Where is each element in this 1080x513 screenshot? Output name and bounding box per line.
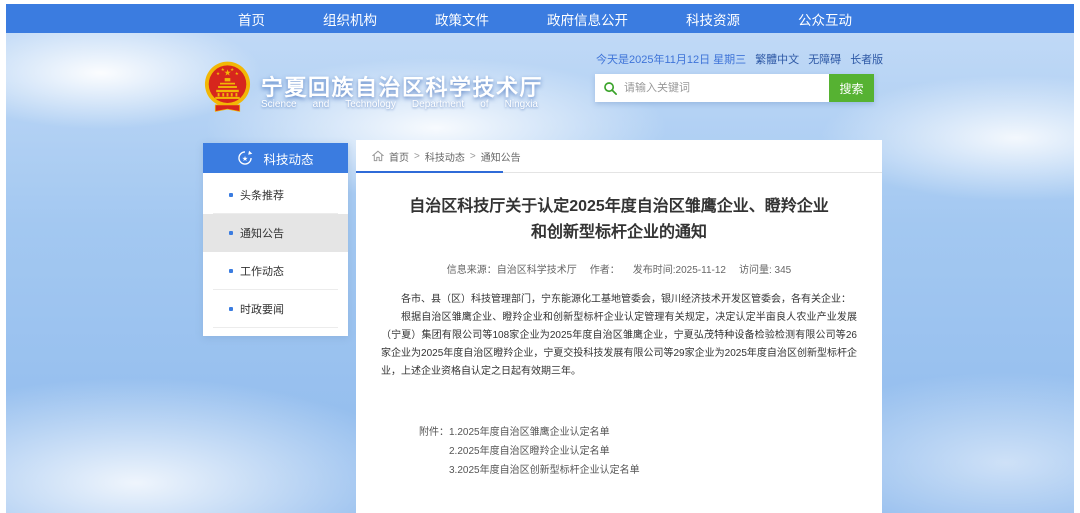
attachment-link-gazelle-list[interactable]: 2.2025年度自治区瞪羚企业认定名单 — [449, 442, 640, 461]
sidebar-list: 头条推荐 通知公告 工作动态 时政要闻 — [203, 173, 348, 328]
sidebar-item-political-news[interactable]: 时政要闻 — [203, 290, 348, 328]
search-bar: 搜索 — [595, 74, 874, 102]
search-input[interactable] — [624, 82, 821, 94]
breadcrumb: 首页 > 科技动态 > 通知公告 — [356, 140, 882, 173]
attachment-link-eagle-list[interactable]: 1.2025年度自治区雏鹰企业认定名单 — [449, 423, 640, 442]
sidebar-header-sci-tech-news[interactable]: ★ 科技动态 — [203, 143, 348, 173]
article: 自治区科技厅关于认定2025年度自治区雏鹰企业、瞪羚企业 和创新型标杆企业的通知… — [356, 194, 882, 480]
sidebar-item-notices[interactable]: 通知公告 — [203, 214, 348, 252]
search-icon — [603, 81, 618, 96]
top-navbar: 首页 组织机构 政策文件 政府信息公开 科技资源 公众互动 — [6, 4, 1074, 33]
home-icon — [372, 150, 384, 162]
emblem-icon: ★ ★ ★ ★ ★ — [204, 101, 251, 118]
breadcrumb-notices-current: 通知公告 — [481, 149, 521, 164]
svg-text:★: ★ — [242, 155, 248, 163]
breadcrumb-separator: > — [470, 151, 476, 162]
search-button[interactable]: 搜索 — [829, 74, 874, 102]
article-meta: 信息来源：自治区科学技术厅 作者： 发布时间:2025-11-12 访问量: 3… — [381, 261, 857, 276]
bullet-icon — [229, 231, 233, 235]
breadcrumb-separator: > — [414, 151, 420, 162]
nav-item-gov-info-disclosure[interactable]: 政府信息公开 — [547, 9, 628, 29]
article-body: 各市、县（区）科技管理部门，宁东能源化工基地管委会，银川经济技术开发区管委会，各… — [381, 291, 857, 381]
nav-item-organization[interactable]: 组织机构 — [323, 9, 377, 29]
bullet-icon — [229, 193, 233, 197]
meta-view-count: 访问量: 345 — [739, 261, 791, 276]
top-info-bar: 今天是2025年11月12日 星期三 繁體中文 无障碍 长者版 — [596, 51, 874, 67]
article-title-line1: 自治区科技厅关于认定2025年度自治区雏鹰企业、瞪羚企业 — [381, 194, 857, 220]
breadcrumb-sci-tech-news[interactable]: 科技动态 — [425, 149, 465, 164]
sidebar-item-work-updates[interactable]: 工作动态 — [203, 252, 348, 290]
attachment-link-benchmark-list[interactable]: 3.2025年度自治区创新型标杆企业认定名单 — [449, 461, 640, 480]
nav-item-home[interactable]: 首页 — [238, 9, 265, 29]
sidebar-item-label: 时政要闻 — [240, 301, 284, 317]
breadcrumb-home[interactable]: 首页 — [389, 149, 409, 164]
bullet-icon — [229, 307, 233, 311]
site-title: 宁夏回族自治区科学技术厅 — [261, 70, 541, 102]
refresh-star-icon: ★ — [237, 150, 253, 166]
link-traditional-chinese[interactable]: 繁體中文 — [755, 51, 799, 67]
attachments-label: 附件： — [419, 423, 449, 480]
current-date-text: 今天是2025年11月12日 星期三 — [596, 51, 746, 67]
link-accessibility[interactable]: 无障碍 — [808, 51, 841, 67]
link-senior-version[interactable]: 长者版 — [850, 51, 883, 67]
national-emblem-logo: ★ ★ ★ ★ ★ — [204, 60, 251, 119]
nav-item-policy-documents[interactable]: 政策文件 — [435, 9, 489, 29]
article-title: 自治区科技厅关于认定2025年度自治区雏鹰企业、瞪羚企业 和创新型标杆企业的通知 — [381, 194, 857, 246]
sidebar-item-headline-recommend[interactable]: 头条推荐 — [203, 176, 348, 214]
meta-source: 信息来源：自治区科学技术厅 — [447, 261, 577, 276]
article-title-line2: 和创新型标杆企业的通知 — [381, 220, 857, 246]
main-content-panel: 首页 > 科技动态 > 通知公告 自治区科技厅关于认定2025年度自治区雏鹰企业… — [356, 140, 882, 513]
sidebar-item-label: 通知公告 — [240, 225, 284, 241]
search-input-wrap — [595, 74, 829, 102]
nav-item-public-interaction[interactable]: 公众互动 — [798, 9, 852, 29]
article-paragraph: 根据自治区雏鹰企业、瞪羚企业和创新型标杆企业认定管理有关规定，决定认定半亩良人农… — [381, 309, 857, 381]
nav-item-sci-tech-resources[interactable]: 科技资源 — [686, 9, 740, 29]
sidebar-item-label: 工作动态 — [240, 263, 284, 279]
sidebar-title: 科技动态 — [263, 149, 313, 168]
article-paragraph: 各市、县（区）科技管理部门，宁东能源化工基地管委会，银川经济技术开发区管委会，各… — [381, 291, 857, 309]
attachments-block: 附件： 1.2025年度自治区雏鹰企业认定名单 2.2025年度自治区瞪羚企业认… — [419, 423, 857, 480]
sidebar: ★ 科技动态 头条推荐 通知公告 工作动态 时政要闻 — [203, 143, 348, 336]
meta-publish-date: 发布时间:2025-11-12 — [633, 261, 726, 276]
attachments-list: 1.2025年度自治区雏鹰企业认定名单 2.2025年度自治区瞪羚企业认定名单 … — [449, 423, 640, 480]
site-subtitle-english: Science and Technology Department of Nin… — [261, 99, 538, 110]
bullet-icon — [229, 269, 233, 273]
meta-author: 作者： — [590, 261, 620, 276]
page: 首页 组织机构 政策文件 政府信息公开 科技资源 公众互动 ★ ★ ★ ★ ★ — [0, 0, 1080, 513]
sidebar-item-label: 头条推荐 — [240, 187, 284, 203]
